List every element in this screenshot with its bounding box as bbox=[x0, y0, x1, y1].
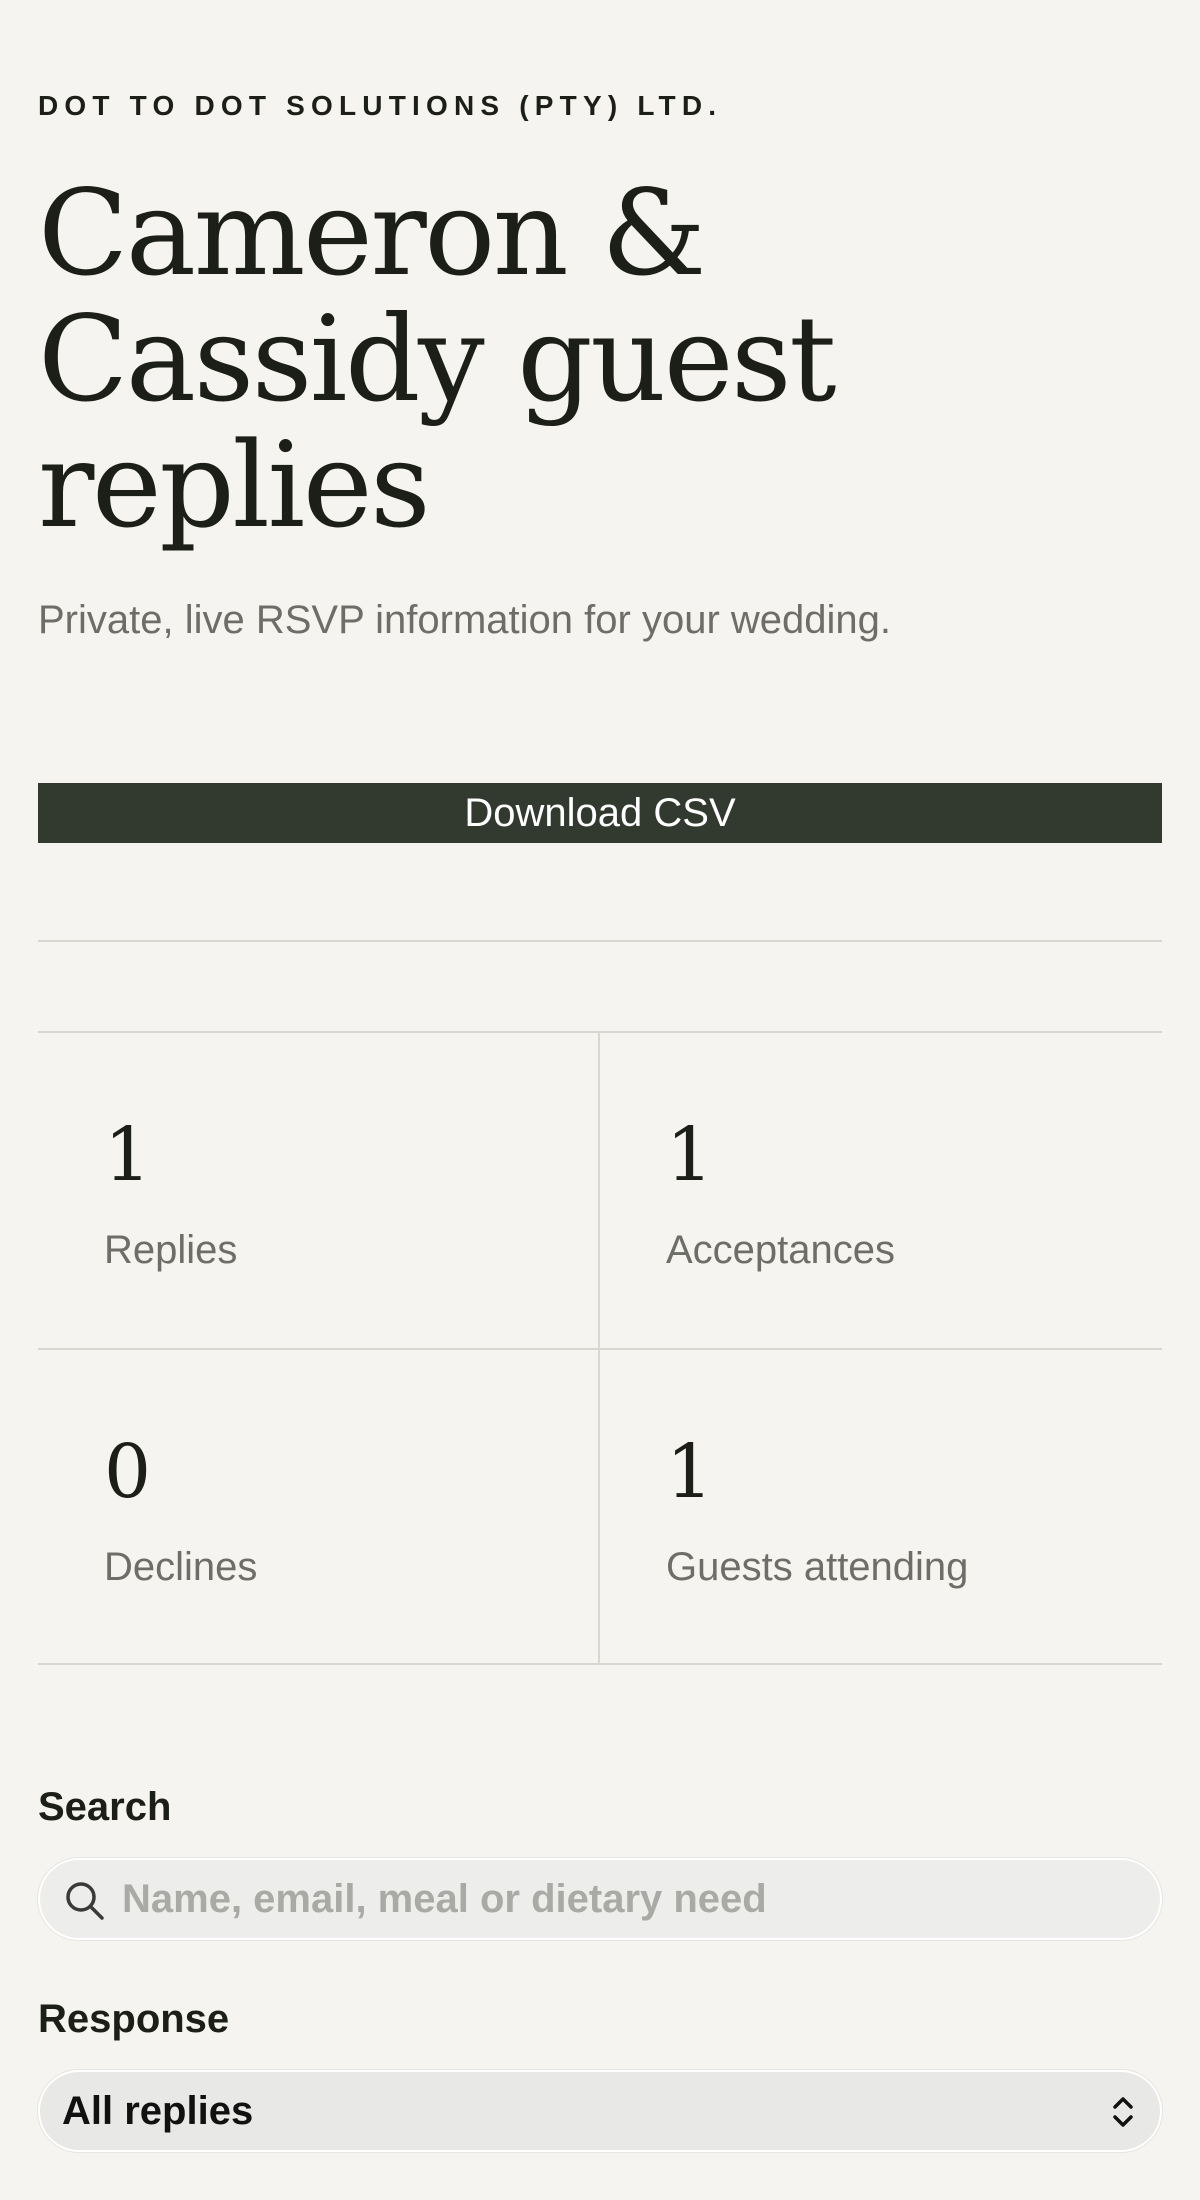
stat-value: 1 bbox=[666, 1112, 714, 1198]
search-label: Search bbox=[38, 1785, 172, 1829]
response-selected-value: All replies bbox=[62, 2089, 254, 2133]
stats-grid: 1 Replies 1 Acceptances 0 Declines 1 Gue… bbox=[38, 1031, 1162, 1665]
stat-label: Acceptances bbox=[666, 1228, 896, 1272]
response-label: Response bbox=[38, 1997, 230, 2041]
stat-label: Guests attending bbox=[666, 1545, 969, 1589]
chevron-up-down-icon bbox=[1113, 2097, 1133, 2127]
divider bbox=[38, 940, 1162, 942]
search-icon bbox=[66, 1882, 104, 1920]
search-field[interactable] bbox=[38, 1858, 1162, 1940]
stat-guests-attending: 1 Guests attending bbox=[600, 1350, 1160, 1665]
stat-value: 0 bbox=[104, 1429, 152, 1515]
stat-value: 1 bbox=[666, 1429, 714, 1515]
search-input[interactable] bbox=[122, 1860, 1142, 1938]
stat-label: Replies bbox=[104, 1228, 238, 1272]
company-name: DOT TO DOT SOLUTIONS (PTY) LTD. bbox=[38, 90, 723, 121]
rsvp-dashboard: DOT TO DOT SOLUTIONS (PTY) LTD. Cameron … bbox=[0, 0, 1200, 2200]
page-title: Cameron & Cassidy guest replies bbox=[38, 164, 837, 554]
page-subtitle: Private, live RSVP information for your … bbox=[38, 598, 891, 642]
download-csv-button[interactable]: Download CSV bbox=[38, 783, 1162, 843]
stat-value: 1 bbox=[104, 1112, 152, 1198]
response-select[interactable]: All replies bbox=[38, 2070, 1162, 2152]
stat-replies: 1 Replies bbox=[38, 1033, 598, 1348]
stat-label: Declines bbox=[104, 1545, 258, 1589]
stat-acceptances: 1 Acceptances bbox=[600, 1033, 1160, 1348]
stat-declines: 0 Declines bbox=[38, 1350, 598, 1665]
